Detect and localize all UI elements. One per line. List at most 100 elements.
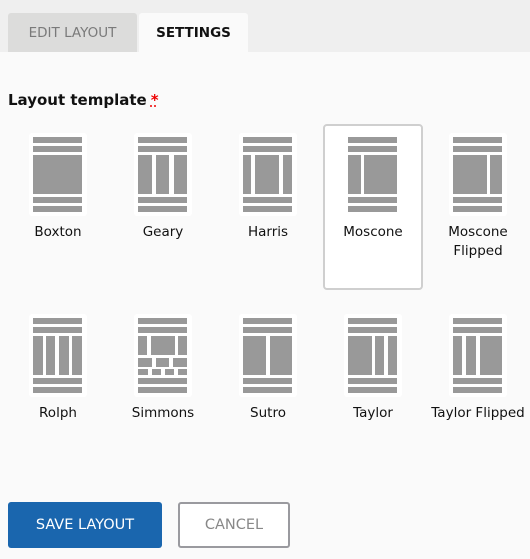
template-option-sutro[interactable]: Sutro xyxy=(218,305,318,471)
layout-block xyxy=(453,146,502,152)
layout-taylor-icon xyxy=(344,314,402,397)
layout-block xyxy=(348,137,397,143)
template-label: Taylor Flipped xyxy=(431,405,525,421)
layout-block xyxy=(348,206,397,212)
layout-block xyxy=(243,146,292,152)
template-option-moscone-flipped[interactable]: Moscone Flipped xyxy=(428,124,528,290)
layout-block xyxy=(243,206,292,212)
required-mark: * xyxy=(150,91,159,109)
layout-block xyxy=(156,155,169,194)
layout-block xyxy=(165,369,174,375)
layout-block xyxy=(138,137,187,143)
tab-bar: EDIT LAYOUT SETTINGS xyxy=(0,0,530,52)
layout-block xyxy=(243,387,292,393)
layout-block xyxy=(138,358,152,367)
template-option-rolph[interactable]: Rolph xyxy=(8,305,108,471)
layout-block xyxy=(178,336,187,355)
layout-rolph-icon xyxy=(29,314,87,397)
layout-block xyxy=(33,378,82,384)
layout-block xyxy=(348,387,397,393)
template-label: Geary xyxy=(142,224,184,240)
field-label-text: Layout template xyxy=(8,91,147,109)
layout-block xyxy=(178,369,187,375)
layout-block xyxy=(480,336,502,375)
layout-block xyxy=(33,137,82,143)
layout-block xyxy=(388,336,397,375)
template-option-geary[interactable]: Geary xyxy=(113,124,213,290)
layout-block xyxy=(151,336,175,355)
layout-block xyxy=(138,206,187,212)
layout-block xyxy=(152,369,161,375)
layout-block xyxy=(453,378,502,384)
layout-harris-icon xyxy=(239,133,297,216)
template-label: Sutro xyxy=(250,405,286,421)
tab-settings[interactable]: SETTINGS xyxy=(139,13,248,52)
layout-block xyxy=(453,336,462,375)
layout-block xyxy=(243,378,292,384)
save-layout-button[interactable]: SAVE LAYOUT xyxy=(8,502,162,548)
template-option-boxton[interactable]: Boxton xyxy=(8,124,108,290)
layout-block xyxy=(243,137,292,143)
layout-block xyxy=(46,336,55,375)
layout-block xyxy=(453,155,487,194)
layout-block xyxy=(453,197,502,203)
layout-block xyxy=(33,146,82,152)
template-label: Harris xyxy=(247,224,289,240)
layout-block xyxy=(453,318,502,324)
layout-block xyxy=(453,137,502,143)
layout-block xyxy=(255,155,279,194)
layout-block xyxy=(453,327,502,333)
layout-block xyxy=(138,378,187,384)
layout-block xyxy=(33,387,82,393)
layout-block xyxy=(283,155,292,194)
cancel-button[interactable]: CANCEL xyxy=(178,502,290,548)
layout-block xyxy=(348,336,372,375)
layout-block xyxy=(364,155,397,194)
layout-block xyxy=(243,327,292,333)
template-label: Moscone xyxy=(343,224,403,240)
layout-block xyxy=(243,197,292,203)
template-label: Moscone Flipped xyxy=(448,224,508,259)
layout-block xyxy=(348,146,397,152)
layout-template-label: Layout template * xyxy=(8,91,159,109)
template-label: Taylor xyxy=(353,405,393,421)
layout-geary-icon xyxy=(134,133,192,216)
template-label: Simmons xyxy=(131,405,195,421)
layout-moscone-flipped-icon xyxy=(449,133,507,216)
layout-block xyxy=(138,387,187,393)
layout-block xyxy=(138,369,148,375)
layout-block xyxy=(348,378,397,384)
layout-block xyxy=(33,155,82,194)
layout-block xyxy=(243,318,292,324)
layout-block xyxy=(348,155,361,194)
layout-block xyxy=(33,197,82,203)
layout-block xyxy=(138,327,187,333)
layout-block xyxy=(33,206,82,212)
layout-block xyxy=(243,155,251,194)
template-option-taylor-flipped[interactable]: Taylor Flipped xyxy=(428,305,528,471)
layout-block xyxy=(173,358,187,367)
layout-block xyxy=(33,336,43,375)
layout-block xyxy=(348,318,397,324)
layout-block xyxy=(138,336,147,355)
template-option-simmons[interactable]: Simmons xyxy=(113,305,213,471)
layout-block xyxy=(348,327,397,333)
template-label: Boxton xyxy=(34,224,82,240)
template-option-harris[interactable]: Harris xyxy=(218,124,318,290)
template-option-taylor[interactable]: Taylor xyxy=(323,305,423,471)
layout-sutro-icon xyxy=(239,314,297,397)
layout-block xyxy=(33,327,82,333)
template-label: Rolph xyxy=(39,405,77,421)
template-option-moscone[interactable]: Moscone xyxy=(323,124,423,290)
layout-taylor-flipped-icon xyxy=(449,314,507,397)
tab-edit-layout[interactable]: EDIT LAYOUT xyxy=(8,13,137,52)
layout-moscone-icon xyxy=(344,133,402,216)
layout-block xyxy=(156,358,169,367)
layout-block xyxy=(174,155,187,194)
layout-block xyxy=(138,155,152,194)
layout-block xyxy=(33,318,82,324)
layout-block xyxy=(138,318,187,324)
layout-block xyxy=(59,336,69,375)
layout-block xyxy=(453,206,502,212)
layout-block xyxy=(138,197,187,203)
